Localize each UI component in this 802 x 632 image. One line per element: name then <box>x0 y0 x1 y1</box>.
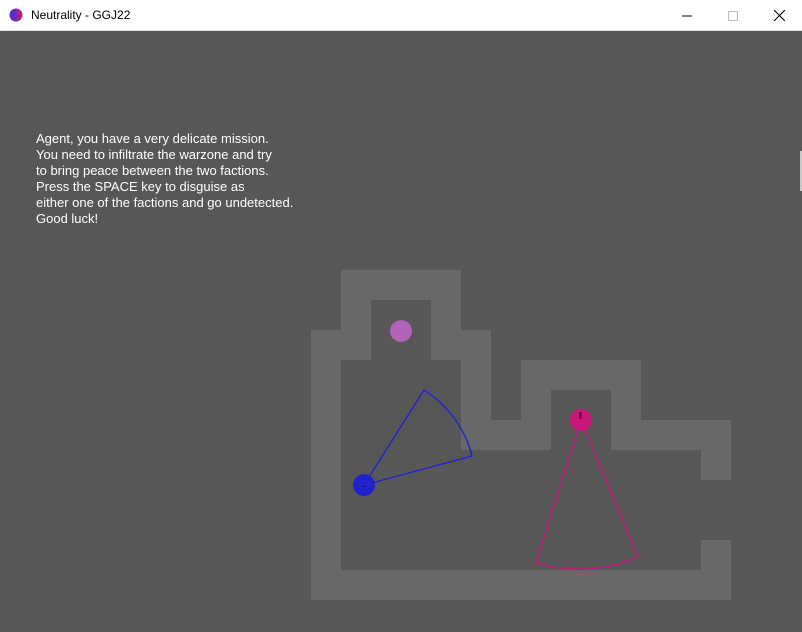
app-icon <box>9 8 23 22</box>
wall <box>341 300 371 330</box>
minimize-button[interactable] <box>664 0 710 31</box>
wall <box>311 330 371 360</box>
wall <box>431 330 491 360</box>
level-walls <box>311 270 731 600</box>
wall <box>611 420 731 450</box>
player-agent <box>390 320 412 342</box>
window-titlebar: Neutrality - GGJ22 <box>0 0 802 31</box>
level-map: — <box>311 270 731 600</box>
wall <box>701 540 731 570</box>
close-button[interactable] <box>756 0 802 31</box>
wall <box>311 360 341 600</box>
wall <box>341 270 461 300</box>
wall <box>491 420 551 450</box>
wall <box>431 300 461 330</box>
window-title: Neutrality - GGJ22 <box>31 8 131 22</box>
blue-guard-vision-cone <box>362 389 473 487</box>
pink-guard-marker <box>579 412 582 419</box>
game-viewport[interactable]: Agent, you have a very delicate mission.… <box>0 31 802 632</box>
close-icon <box>773 10 785 21</box>
wall <box>521 390 551 420</box>
blue-guard-marker: — <box>362 484 367 490</box>
minimize-icon <box>682 15 692 16</box>
wall <box>311 570 731 600</box>
maximize-button[interactable] <box>710 0 756 31</box>
wall <box>701 450 731 480</box>
maximize-icon <box>728 10 738 21</box>
wall <box>611 390 641 420</box>
wall <box>521 360 641 390</box>
